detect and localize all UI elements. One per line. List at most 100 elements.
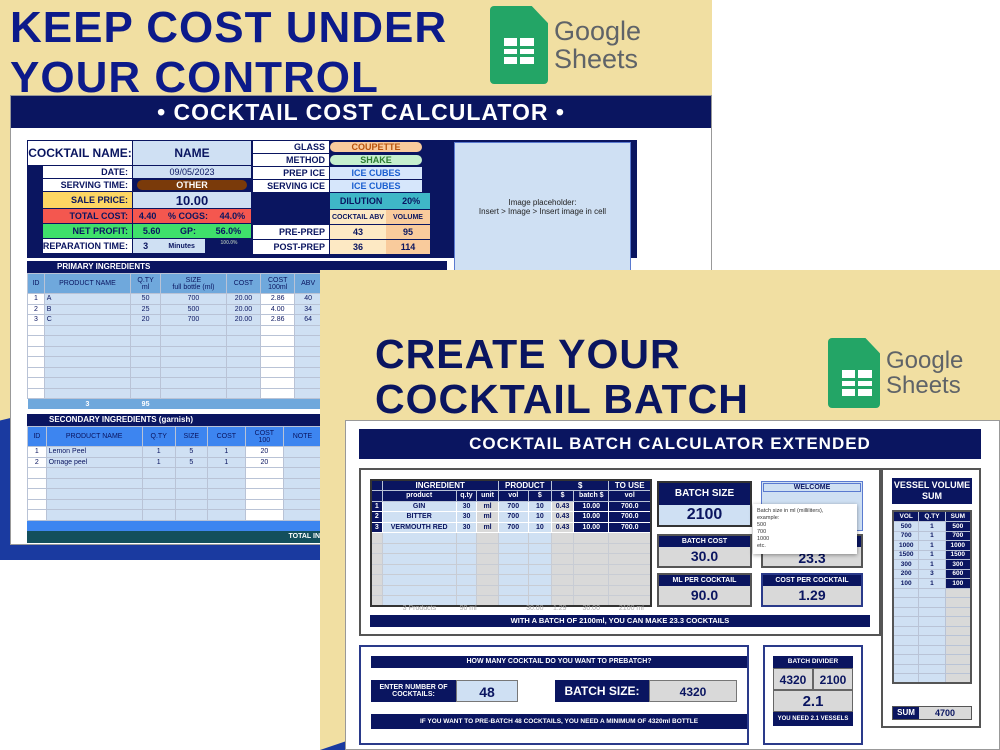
table-cell[interactable] <box>174 467 208 479</box>
table-cell[interactable] <box>918 616 946 627</box>
table-cell[interactable]: 1 <box>206 456 246 468</box>
table-cell[interactable]: 10 <box>527 511 552 523</box>
prep-time-input[interactable]: 3 <box>143 241 148 251</box>
table-cell[interactable] <box>160 356 227 368</box>
table-cell[interactable]: 700 <box>160 314 227 326</box>
table-cell[interactable] <box>455 553 478 565</box>
table-cell[interactable] <box>381 532 457 544</box>
table-cell[interactable] <box>174 509 208 521</box>
table-cell[interactable] <box>206 467 246 479</box>
table-cell[interactable]: 10 <box>527 521 552 533</box>
table-cell[interactable] <box>43 387 132 399</box>
table-cell[interactable]: 1 <box>141 446 176 458</box>
table-cell[interactable]: ml <box>476 521 499 533</box>
table-cell[interactable]: BITTER <box>381 511 457 523</box>
table-cell[interactable] <box>527 553 552 565</box>
table-cell[interactable]: 700 <box>497 500 529 512</box>
table-cell[interactable]: 200 <box>892 568 920 579</box>
table-cell[interactable] <box>527 563 552 575</box>
table-cell[interactable]: 25 <box>130 303 162 315</box>
table-cell[interactable] <box>918 587 946 598</box>
table-cell[interactable] <box>497 574 529 586</box>
table-cell[interactable] <box>225 366 262 378</box>
table-cell[interactable]: 1 <box>918 540 946 551</box>
table-cell[interactable]: ml <box>476 500 499 512</box>
table-cell[interactable]: GIN <box>381 500 457 512</box>
table-cell[interactable] <box>130 356 162 368</box>
table-cell[interactable]: 500 <box>892 521 920 532</box>
table-cell[interactable] <box>892 597 920 608</box>
table-cell[interactable] <box>527 574 552 586</box>
table-cell[interactable] <box>892 644 920 655</box>
table-cell[interactable] <box>527 584 552 596</box>
table-cell[interactable]: 1500 <box>892 549 920 560</box>
table-cell[interactable] <box>141 467 176 479</box>
table-cell[interactable]: 1000 <box>892 540 920 551</box>
table-cell[interactable]: VERMOUTH RED <box>381 521 457 533</box>
table-cell[interactable]: 30 <box>455 511 478 523</box>
table-cell[interactable]: 700 <box>497 511 529 523</box>
table-cell[interactable] <box>45 477 143 489</box>
table-cell[interactable] <box>892 673 920 684</box>
table-cell[interactable] <box>160 324 227 336</box>
batch-size-input[interactable]: 2100 <box>659 505 750 525</box>
table-cell[interactable] <box>45 488 143 500</box>
table-cell[interactable] <box>206 498 246 510</box>
table-cell[interactable] <box>892 625 920 636</box>
table-cell[interactable] <box>130 345 162 357</box>
table-cell[interactable]: 30 <box>455 500 478 512</box>
table-cell[interactable]: 1 <box>918 578 946 589</box>
table-cell[interactable] <box>455 542 478 554</box>
table-cell[interactable] <box>206 509 246 521</box>
table-cell[interactable] <box>45 498 143 510</box>
table-cell[interactable] <box>160 335 227 347</box>
table-cell[interactable]: Ornage peel <box>45 456 143 468</box>
table-cell[interactable]: 700 <box>892 530 920 541</box>
table-cell[interactable]: 20.00 <box>225 293 262 305</box>
table-cell[interactable]: 300 <box>892 559 920 570</box>
table-cell[interactable]: ml <box>476 511 499 523</box>
table-cell[interactable] <box>918 625 946 636</box>
table-cell[interactable] <box>130 366 162 378</box>
method-dropdown[interactable]: SHAKE <box>330 155 422 165</box>
table-cell[interactable]: 1 <box>918 559 946 570</box>
table-cell[interactable] <box>918 635 946 646</box>
table-cell[interactable]: 5 <box>174 456 208 468</box>
table-cell[interactable]: Lemon Peel <box>45 446 143 458</box>
table-cell[interactable] <box>455 563 478 575</box>
table-cell[interactable]: 1 <box>918 521 946 532</box>
sale-price-input[interactable]: 10.00 <box>133 192 251 208</box>
name-input[interactable]: NAME <box>133 141 251 165</box>
table-cell[interactable] <box>141 488 176 500</box>
table-cell[interactable] <box>141 509 176 521</box>
table-cell[interactable] <box>225 356 262 368</box>
table-cell[interactable] <box>225 324 262 336</box>
table-cell[interactable] <box>527 532 552 544</box>
table-cell[interactable] <box>476 542 499 554</box>
table-cell[interactable] <box>130 335 162 347</box>
table-cell[interactable] <box>206 488 246 500</box>
table-cell[interactable] <box>892 587 920 598</box>
table-cell[interactable]: 100 <box>892 578 920 589</box>
table-cell[interactable] <box>43 324 132 336</box>
table-cell[interactable] <box>381 553 457 565</box>
table-cell[interactable] <box>497 542 529 554</box>
table-cell[interactable] <box>381 563 457 575</box>
table-cell[interactable] <box>918 663 946 674</box>
table-cell[interactable]: 20.00 <box>225 314 262 326</box>
table-cell[interactable] <box>476 574 499 586</box>
table-cell[interactable] <box>476 532 499 544</box>
table-cell[interactable] <box>918 644 946 655</box>
table-cell[interactable] <box>225 387 262 399</box>
table-cell[interactable] <box>892 606 920 617</box>
table-cell[interactable] <box>130 387 162 399</box>
table-cell[interactable] <box>206 477 246 489</box>
table-cell[interactable] <box>130 377 162 389</box>
table-cell[interactable] <box>527 542 552 554</box>
table-cell[interactable]: 1 <box>206 446 246 458</box>
table-cell[interactable] <box>43 356 132 368</box>
table-cell[interactable] <box>45 509 143 521</box>
table-cell[interactable] <box>43 335 132 347</box>
image-placeholder[interactable]: Image placeholder: Insert > Image > Inser… <box>454 142 631 272</box>
table-cell[interactable]: 5 <box>174 446 208 458</box>
